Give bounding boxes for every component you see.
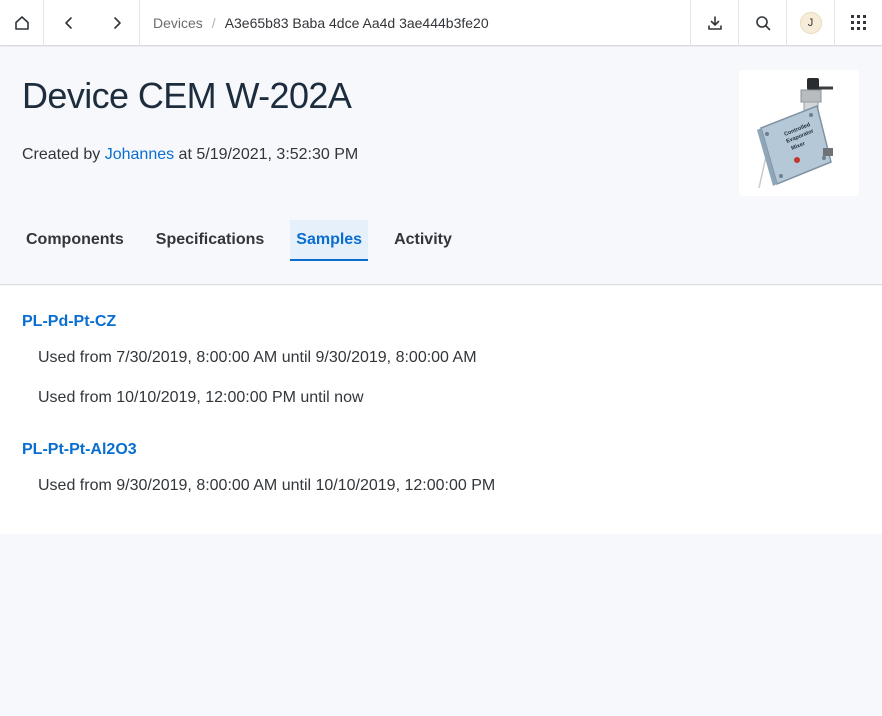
tab-components[interactable]: Components (20, 220, 130, 260)
tab-samples[interactable]: Samples (290, 220, 369, 261)
created-suffix: at 5/19/2021, 3:52:30 PM (174, 146, 359, 163)
created-info: Created by Johannes at 5/19/2021, 3:52:3… (22, 146, 358, 164)
tab-specifications[interactable]: Specifications (150, 220, 270, 260)
page-title: Device CEM W-202A (22, 75, 352, 116)
created-prefix: Created by (22, 146, 105, 163)
user-menu-button[interactable]: J (786, 0, 834, 46)
back-button[interactable] (44, 0, 94, 46)
home-icon (14, 15, 29, 30)
sample-link-pl-pd-pt-cz[interactable]: PL-Pd-Pt-CZ (22, 313, 116, 331)
download-button[interactable] (690, 0, 738, 46)
sample-usage: Used from 9/30/2019, 8:00:00 AM until 10… (38, 477, 496, 494)
created-by-link[interactable]: Johannes (105, 146, 174, 163)
chevron-right-icon (113, 16, 121, 29)
breadcrumb-current: A3e65b83 Baba 4dce Aa4d 3ae444b3fe20 (224, 14, 489, 31)
breadcrumb: Devices / A3e65b83 Baba 4dce Aa4d 3ae444… (140, 15, 690, 31)
apps-menu-button[interactable] (834, 0, 882, 46)
avatar: J (799, 11, 822, 34)
download-icon (707, 15, 722, 30)
chevron-left-icon (65, 16, 72, 29)
search-icon (755, 15, 770, 30)
tab-activity[interactable]: Activity (388, 220, 458, 260)
sample-link-pl-pt-pt-al2o3[interactable]: PL-Pt-Pt-Al2O3 (22, 441, 137, 459)
evaporator-mixer-device-illustration: Controlled Evaporator Mixer (757, 78, 833, 189)
breadcrumb-separator: / (211, 14, 216, 31)
sample-usage: Used from 10/10/2019, 12:00:00 PM until … (38, 389, 364, 406)
grid-menu-icon (851, 15, 866, 30)
tab-bar: Components Specifications Samples Activi… (20, 220, 478, 262)
breadcrumb-devices-link[interactable]: Devices (153, 15, 203, 31)
search-button[interactable] (738, 0, 786, 46)
shell-bar: Devices / A3e65b83 Baba 4dce Aa4d 3ae444… (0, 0, 882, 46)
forward-button[interactable] (94, 0, 140, 46)
home-button[interactable] (0, 0, 44, 46)
sample-usage: Used from 7/30/2019, 8:00:00 AM until 9/… (38, 349, 477, 366)
samples-panel: PL-Pd-Pt-CZ Used from 7/30/2019, 8:00:00… (0, 286, 882, 534)
object-header: Device CEM W-202A Created by Johannes at… (0, 47, 882, 285)
device-image: Controlled Evaporator Mixer (739, 70, 859, 196)
